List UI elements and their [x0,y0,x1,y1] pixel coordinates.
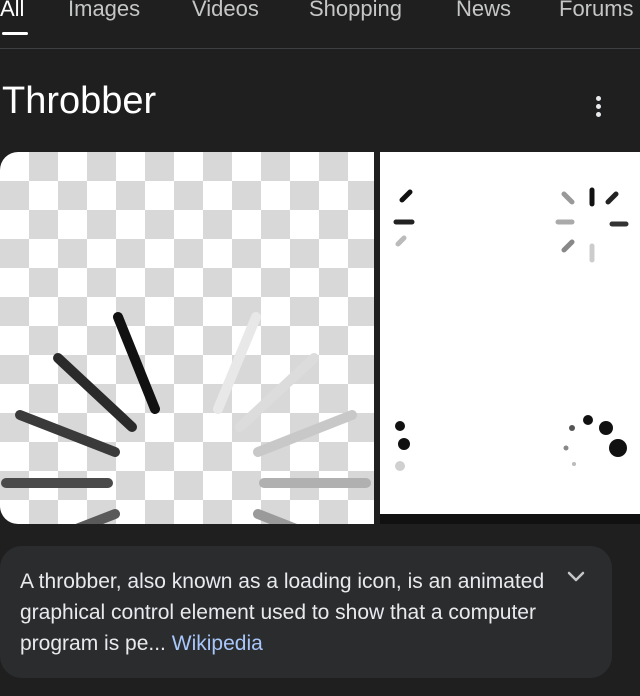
spinner-samples-graphic [393,187,629,471]
spinner-samples-image[interactable] [380,152,640,524]
tab-shopping[interactable]: Shopping [309,0,402,22]
tab-videos[interactable]: Videos [192,0,259,22]
spinner-graphic [1,312,371,524]
chevron-down-icon[interactable] [566,570,586,584]
tab-all[interactable]: All [0,0,24,22]
more-vert-icon[interactable] [586,92,610,122]
tab-forums[interactable]: Forums [559,0,634,22]
tab-news[interactable]: News [456,0,511,22]
wikipedia-source-link[interactable]: Wikipedia [172,632,263,655]
entity-title: Throbber [2,80,157,122]
spinner-image[interactable] [0,152,374,524]
description-text: A throbber, also known as a loading icon… [20,570,545,655]
description-snippet: A throbber, also known as a loading icon… [20,566,560,659]
tab-images[interactable]: Images [68,0,140,22]
search-tabs: All Images Videos Shopping News Forums [0,0,640,49]
image-bottom-edge [380,514,640,524]
active-tab-indicator [2,32,28,35]
